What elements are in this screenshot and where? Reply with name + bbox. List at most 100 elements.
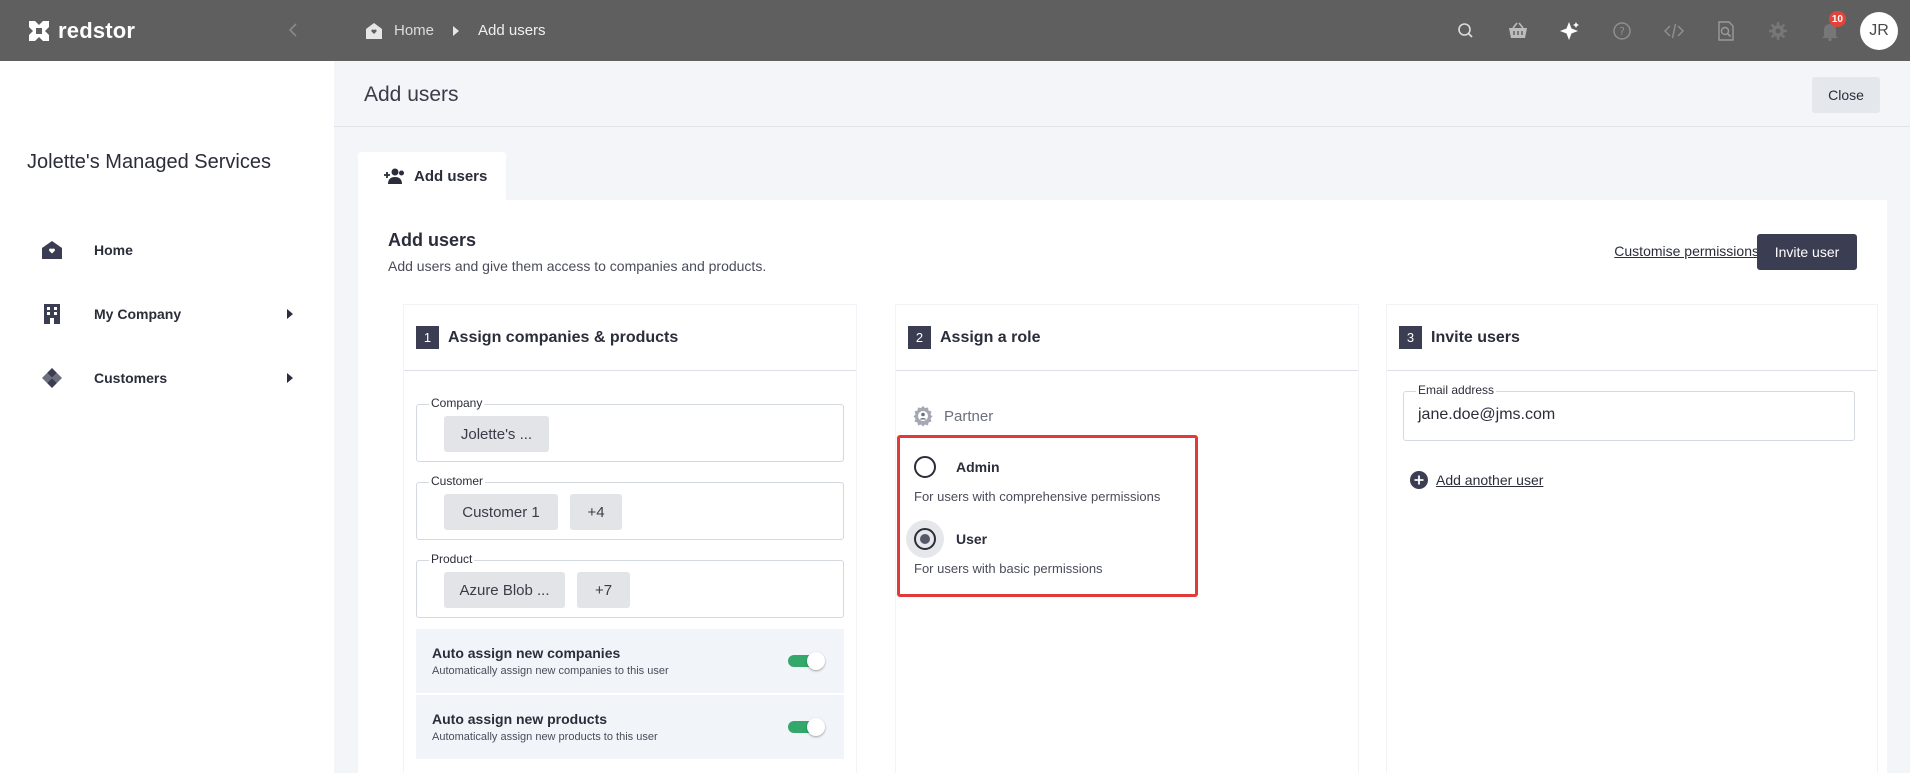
role-label: Admin (956, 459, 1000, 475)
role-description: For users with comprehensive permissions (914, 489, 1161, 504)
user-radio[interactable] (914, 528, 936, 550)
notifications-button[interactable]: 10 (1804, 0, 1856, 61)
sidebar-item-label: Home (94, 242, 133, 258)
breadcrumb: Home Add users (334, 0, 546, 61)
toggle-title: Auto assign new companies (432, 645, 621, 661)
search-icon (1458, 22, 1473, 38)
auto-assign-products-row: Auto assign new products Automatically a… (416, 695, 844, 759)
product-field-label: Product (429, 552, 475, 566)
role-option-user[interactable]: User (906, 520, 988, 558)
step-title: Invite users (1431, 328, 1520, 346)
gear-icon (1769, 21, 1787, 40)
step-assign-companies: 1 Assign companies & products Company Jo… (404, 305, 856, 773)
page-header: Add users Close (334, 61, 1910, 127)
step-invite-users: 3 Invite users Email address jane.doe@jm… (1387, 305, 1877, 773)
document-search-icon (1718, 20, 1734, 41)
card-subtitle: Add users and give them access to compan… (388, 258, 767, 274)
customers-icon (40, 366, 64, 390)
email-field-label: Email address (1416, 383, 1497, 397)
breadcrumb-home-link[interactable]: Home (394, 22, 434, 39)
close-button[interactable]: Close (1812, 77, 1880, 113)
help-icon: ? (1613, 21, 1631, 40)
code-icon (1663, 23, 1685, 38)
step-number: 3 (1399, 326, 1422, 349)
toggle-knob (807, 718, 825, 736)
organization-name: Jolette's Managed Services (27, 151, 271, 173)
auto-assign-companies-toggle[interactable] (788, 652, 825, 670)
product-field[interactable]: Product Azure Blob ... +7 (416, 552, 844, 618)
role-option-admin[interactable]: Admin (914, 456, 1000, 478)
role-description: For users with basic permissions (914, 561, 1103, 576)
top-actions: ? 10 JR (1440, 0, 1898, 61)
toggle-title: Auto assign new products (432, 711, 608, 727)
sidebar-item-label: My Company (94, 306, 182, 322)
auto-assign-products-toggle[interactable] (788, 718, 825, 736)
invite-user-button[interactable]: Invite user (1757, 234, 1857, 270)
step-header: 3 Invite users (1387, 305, 1877, 371)
email-field[interactable]: Email address jane.doe@jms.com (1403, 383, 1855, 441)
email-value[interactable]: jane.doe@jms.com (1418, 406, 1555, 424)
sidebar-item-label: Customers (94, 370, 168, 386)
product-chip[interactable]: Azure Blob ... (444, 572, 565, 608)
caret-right-icon (287, 373, 293, 383)
add-another-user-link[interactable]: Add another user (1409, 470, 1543, 490)
partner-badge-icon (913, 406, 933, 427)
breadcrumb-current: Add users (478, 22, 546, 39)
notification-badge: 10 (1828, 11, 1846, 27)
step-title: Assign a role (940, 328, 1041, 346)
home-icon (366, 22, 382, 39)
customise-permissions-link[interactable]: Customise permissions (1614, 243, 1759, 259)
step-number: 2 (908, 326, 931, 349)
page-title: Add users (364, 83, 459, 106)
customer-field[interactable]: Customer Customer 1 +4 (416, 474, 844, 540)
admin-radio[interactable] (914, 456, 936, 478)
role-label: User (956, 531, 988, 547)
svg-text:?: ? (1619, 25, 1625, 38)
plus-circle-icon (1410, 471, 1428, 489)
add-users-card: Add users Add users and give them access… (358, 200, 1887, 773)
help-button[interactable]: ? (1596, 0, 1648, 61)
brand: redstor (0, 0, 334, 61)
step-title: Assign companies & products (448, 328, 679, 346)
customer-chip[interactable]: Customer 1 (444, 494, 558, 530)
sidebar: Jolette's Managed Services Home My Compa… (0, 61, 334, 773)
customer-more-chip[interactable]: +4 (570, 494, 622, 530)
company-field[interactable]: Company Jolette's ... (416, 396, 844, 462)
step-assign-role: 2 Assign a role Partner Admin For users … (896, 305, 1358, 773)
tab-label: Add users (414, 167, 488, 185)
basket-button[interactable] (1492, 0, 1544, 61)
redstor-logo-icon (29, 20, 49, 41)
document-search-button[interactable] (1700, 0, 1752, 61)
settings-button[interactable] (1752, 0, 1804, 61)
search-button[interactable] (1440, 0, 1492, 61)
sidebar-item-my-company[interactable]: My Company (40, 294, 300, 334)
home-icon (40, 238, 64, 262)
chevron-left-icon (288, 23, 297, 37)
radio-wrap (914, 456, 956, 478)
sidebar-item-home[interactable]: Home (40, 230, 300, 270)
caret-right-icon (453, 25, 460, 36)
step-header: 2 Assign a role (896, 305, 1358, 371)
role-selection-highlight: Admin For users with comprehensive permi… (897, 435, 1198, 597)
caret-right-icon (287, 309, 293, 319)
auto-assign-companies-row: Auto assign new companies Automatically … (416, 629, 844, 693)
sparkle-button[interactable] (1544, 0, 1596, 61)
radio-wrap (906, 520, 956, 558)
brand-name: redstor (58, 17, 136, 43)
add-another-user-label: Add another user (1436, 472, 1544, 488)
tab-add-users[interactable]: Add users (358, 152, 506, 200)
company-field-label: Company (429, 396, 485, 410)
customer-field-label: Customer (429, 474, 486, 488)
company-chip[interactable]: Jolette's ... (444, 416, 549, 452)
user-avatar[interactable]: JR (1860, 11, 1898, 50)
collapse-sidebar-button[interactable] (280, 17, 306, 43)
code-button[interactable] (1648, 0, 1700, 61)
main-content: Add users Close Add users Add users Add … (334, 61, 1910, 773)
sidebar-item-customers[interactable]: Customers (40, 358, 300, 398)
product-more-chip[interactable]: +7 (577, 572, 630, 608)
toggle-knob (807, 652, 825, 670)
sparkle-icon (1560, 21, 1579, 40)
partner-group: Partner (912, 405, 993, 427)
card-title: Add users (388, 230, 477, 250)
top-bar: redstor Home Add users ? 10 JR (0, 0, 1910, 61)
